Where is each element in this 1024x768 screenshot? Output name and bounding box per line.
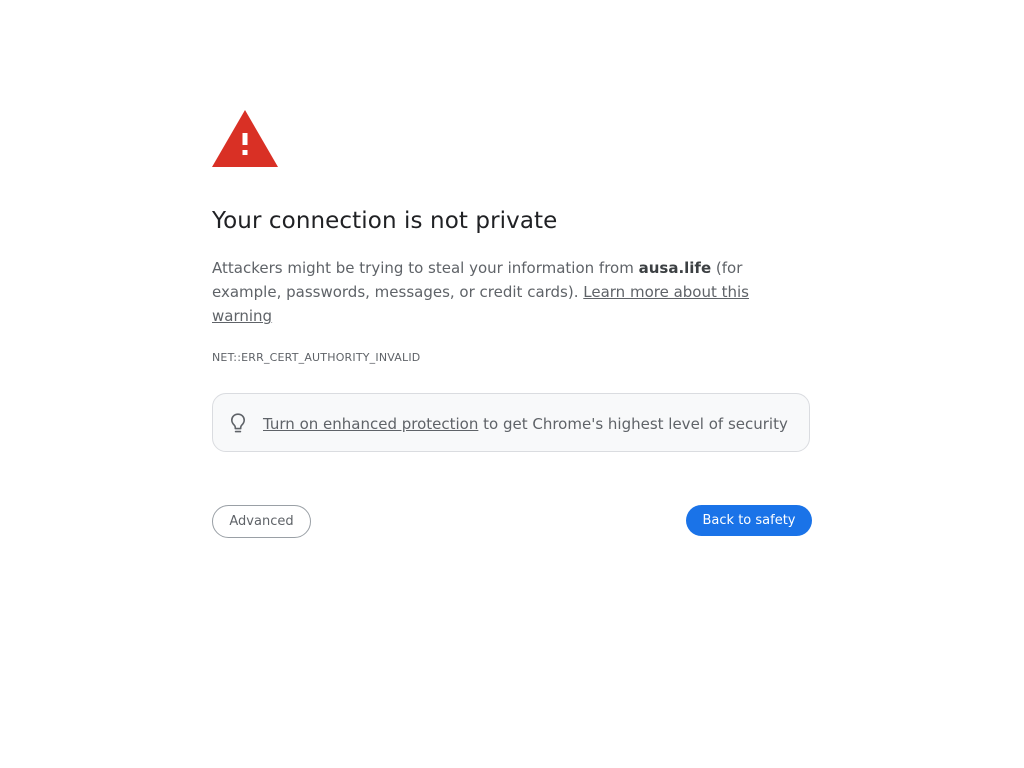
explanation-text-before: Attackers might be trying to steal your … [212, 259, 639, 277]
site-domain: ausa.life [638, 259, 712, 277]
enhanced-protection-banner: Turn on enhanced protection to get Chrom… [212, 393, 810, 452]
warning-triangle-icon [212, 110, 278, 167]
back-to-safety-button[interactable]: Back to safety [686, 505, 812, 536]
enhanced-protection-description: to get Chrome's highest level of securit… [478, 415, 788, 433]
interstitial-page: Your connection is not private Attackers… [0, 0, 1024, 768]
advanced-button[interactable]: Advanced [212, 505, 311, 538]
page-title: Your connection is not private [212, 208, 558, 234]
interstitial-content: Your connection is not private Attackers… [212, 110, 812, 538]
error-code: NET::ERR_CERT_AUTHORITY_INVALID [212, 351, 421, 364]
lightbulb-icon [231, 413, 245, 433]
explanation-paragraph: Attackers might be trying to steal your … [212, 256, 772, 328]
enhanced-protection-text: Turn on enhanced protection to get Chrom… [263, 413, 788, 435]
enhanced-protection-link[interactable]: Turn on enhanced protection [263, 415, 478, 433]
